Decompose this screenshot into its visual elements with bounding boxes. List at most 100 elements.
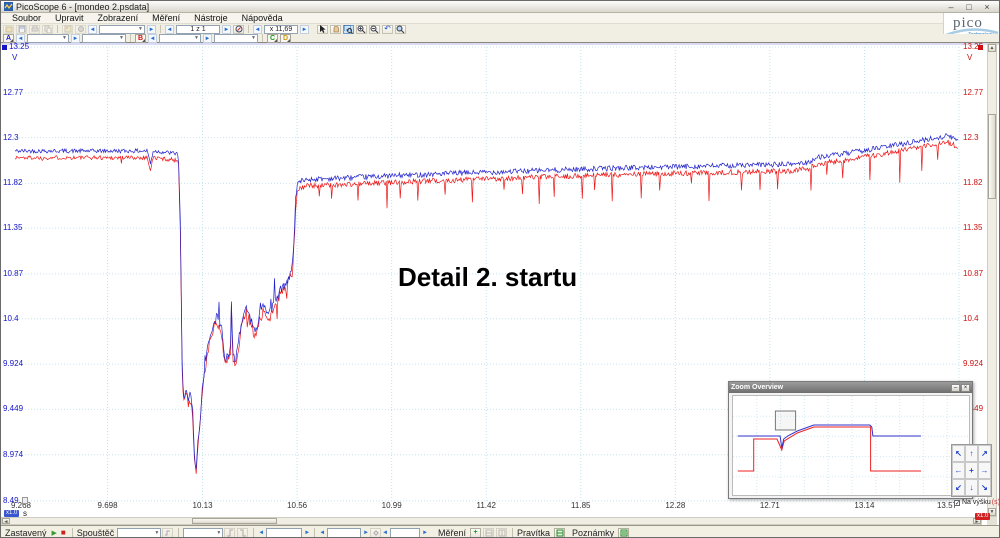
channel-a-probe-combo[interactable]: ▼	[82, 34, 126, 43]
prev-page-arrow[interactable]: ◄	[165, 25, 174, 34]
x-tick: 9.698	[96, 502, 120, 510]
menu-item-5[interactable]: Nápověda	[235, 13, 290, 24]
menu-item-4[interactable]: Nástroje	[187, 13, 235, 24]
scroll-left-arrow[interactable]: ◄	[2, 518, 10, 524]
add-measurement-button[interactable]: +	[470, 528, 481, 538]
delay-down-arrow[interactable]: ◄	[382, 528, 388, 538]
zoom-overview-close-button[interactable]: ×	[961, 384, 970, 392]
minimize-button[interactable]: –	[946, 2, 956, 12]
save-button[interactable]	[16, 25, 27, 34]
open-file-button[interactable]	[3, 25, 14, 34]
zoom-in-step-arrow[interactable]: ►	[300, 25, 309, 34]
pointer-tool-button[interactable]	[317, 25, 328, 34]
hand-tool-button[interactable]	[330, 25, 341, 34]
channel-a-range-up-arrow[interactable]: ►	[71, 34, 80, 43]
zoom-in-tool-button[interactable]	[356, 25, 367, 34]
maximize-button[interactable]: □	[964, 2, 974, 12]
horizontal-scroll-thumb[interactable]	[192, 518, 277, 524]
menu-item-0[interactable]: Soubor	[5, 13, 48, 24]
zoom-overview-minimize-button[interactable]: –	[951, 384, 960, 392]
magnifier-plus-icon	[357, 25, 366, 34]
y-tick-right: 11.35	[963, 224, 982, 232]
nav-pad-arrow-1[interactable]: ↑	[965, 445, 978, 462]
zoom-overview-plot[interactable]	[732, 395, 970, 496]
delete-measurement-button[interactable]	[496, 528, 507, 538]
x-tick: 10.13	[191, 502, 215, 510]
x-zoom-badge-left[interactable]: x1.0	[4, 510, 19, 517]
nav-pad-arrow-0[interactable]: ↖	[952, 445, 965, 462]
y-tick-left: 11.35	[3, 224, 22, 232]
channel-b-range-up-arrow[interactable]: ►	[203, 34, 212, 43]
next-buffer-arrow[interactable]: ►	[147, 25, 156, 34]
channel-c-button[interactable]: C	[267, 34, 278, 43]
channel-b-probe-combo[interactable]: ▼	[214, 34, 258, 43]
zoom-overview-titlebar[interactable]: Zoom Overview – ×	[729, 382, 972, 393]
edit-measurement-button[interactable]	[483, 528, 494, 538]
menu-item-1[interactable]: Upravit	[48, 13, 91, 24]
vertical-scroll-thumb[interactable]	[988, 114, 996, 199]
print-button[interactable]	[29, 25, 40, 34]
y-tick-left: 9.449	[3, 405, 23, 413]
close-button[interactable]: ×	[982, 2, 992, 12]
pretrigger-up-arrow[interactable]: ►	[363, 528, 369, 538]
settings-button[interactable]	[75, 25, 86, 34]
copy-button[interactable]	[42, 25, 53, 34]
menu-bar: SouborUpravitZobrazeníMěřeníNástrojeNápo…	[1, 13, 943, 24]
dropdown-arrow-icon: ▼	[119, 35, 124, 41]
horizontal-scrollbar[interactable]: ◄ ►	[1, 517, 982, 525]
advanced-trigger-button[interactable]	[162, 528, 173, 538]
image-export-button[interactable]	[62, 25, 73, 34]
nav-pad-arrow-8[interactable]: ↘	[978, 479, 991, 496]
statusbar-separator	[178, 528, 179, 538]
nav-pad-arrow-5[interactable]: →	[978, 462, 991, 479]
next-page-arrow[interactable]: ►	[222, 25, 231, 34]
nav-pad-arrow-4[interactable]: +	[965, 462, 978, 479]
channel-b-button[interactable]: B	[135, 34, 146, 43]
axis-scale-icon[interactable]	[22, 497, 28, 504]
y-tick-left: 8.974	[3, 451, 23, 459]
prev-buffer-arrow[interactable]: ◄	[88, 25, 97, 34]
marquee-zoom-tool-button[interactable]	[343, 25, 354, 34]
toolbar-separator	[160, 25, 161, 33]
x-zoom-badge-right[interactable]: x1.0	[975, 513, 990, 520]
menu-item-3[interactable]: Měření	[145, 13, 187, 24]
trigger-marker-button[interactable]	[370, 528, 381, 538]
channel-b-range-combo[interactable]: ▼	[159, 34, 201, 43]
stop-capture-icon[interactable]: ■	[61, 528, 66, 537]
trigger-channel-combo[interactable]: ▼	[183, 528, 223, 538]
buffer-navigator-button[interactable]	[233, 25, 244, 34]
scroll-up-arrow[interactable]: ▲	[988, 44, 996, 52]
delay-input[interactable]	[390, 528, 420, 538]
diamond-marker-icon	[372, 529, 380, 537]
trigger-mode-combo[interactable]: ▼	[117, 528, 161, 538]
nav-pad-arrow-6[interactable]: ↙	[952, 479, 965, 496]
trigger-level-input[interactable]	[266, 528, 302, 538]
pretrigger-down-arrow[interactable]: ◄	[319, 528, 325, 538]
trigger-level-up-arrow[interactable]: ►	[304, 528, 310, 538]
pretrigger-input[interactable]	[327, 528, 361, 538]
menu-item-2[interactable]: Zobrazení	[91, 13, 146, 24]
trigger-level-down-arrow[interactable]: ◄	[258, 528, 264, 538]
zoom-out-step-arrow[interactable]: ◄	[253, 25, 262, 34]
channel-d-button[interactable]: D	[280, 34, 291, 43]
delay-up-arrow[interactable]: ►	[422, 528, 428, 538]
falling-edge-button[interactable]	[237, 528, 248, 538]
zoom-out-tool-button[interactable]	[369, 25, 380, 34]
channel-b-range-down-arrow[interactable]: ◄	[148, 34, 157, 43]
start-capture-icon[interactable]: ▶	[52, 529, 57, 537]
checkbox-checked-icon[interactable]: ✓	[954, 500, 960, 506]
rising-edge-button[interactable]	[224, 528, 235, 538]
notes-button[interactable]	[618, 528, 629, 538]
rulers-button[interactable]	[554, 528, 565, 538]
undo-zoom-button[interactable]: ↶	[382, 25, 393, 34]
zoom-full-button[interactable]	[395, 25, 406, 34]
nav-pad-arrow-2[interactable]: ↗	[978, 445, 991, 462]
rulers-label: Pravítka	[517, 528, 550, 538]
nav-pad-arrow-3[interactable]: ←	[952, 462, 965, 479]
overview-view-rectangle[interactable]	[775, 411, 795, 430]
capture-state-label: Zastavený	[5, 528, 47, 538]
channel-a-range-combo[interactable]: ▼	[27, 34, 69, 43]
buffer-combo[interactable]: ▼	[99, 25, 145, 34]
nav-pad-arrow-7[interactable]: ↓	[965, 479, 978, 496]
y-tick-left: 10.87	[3, 270, 23, 278]
